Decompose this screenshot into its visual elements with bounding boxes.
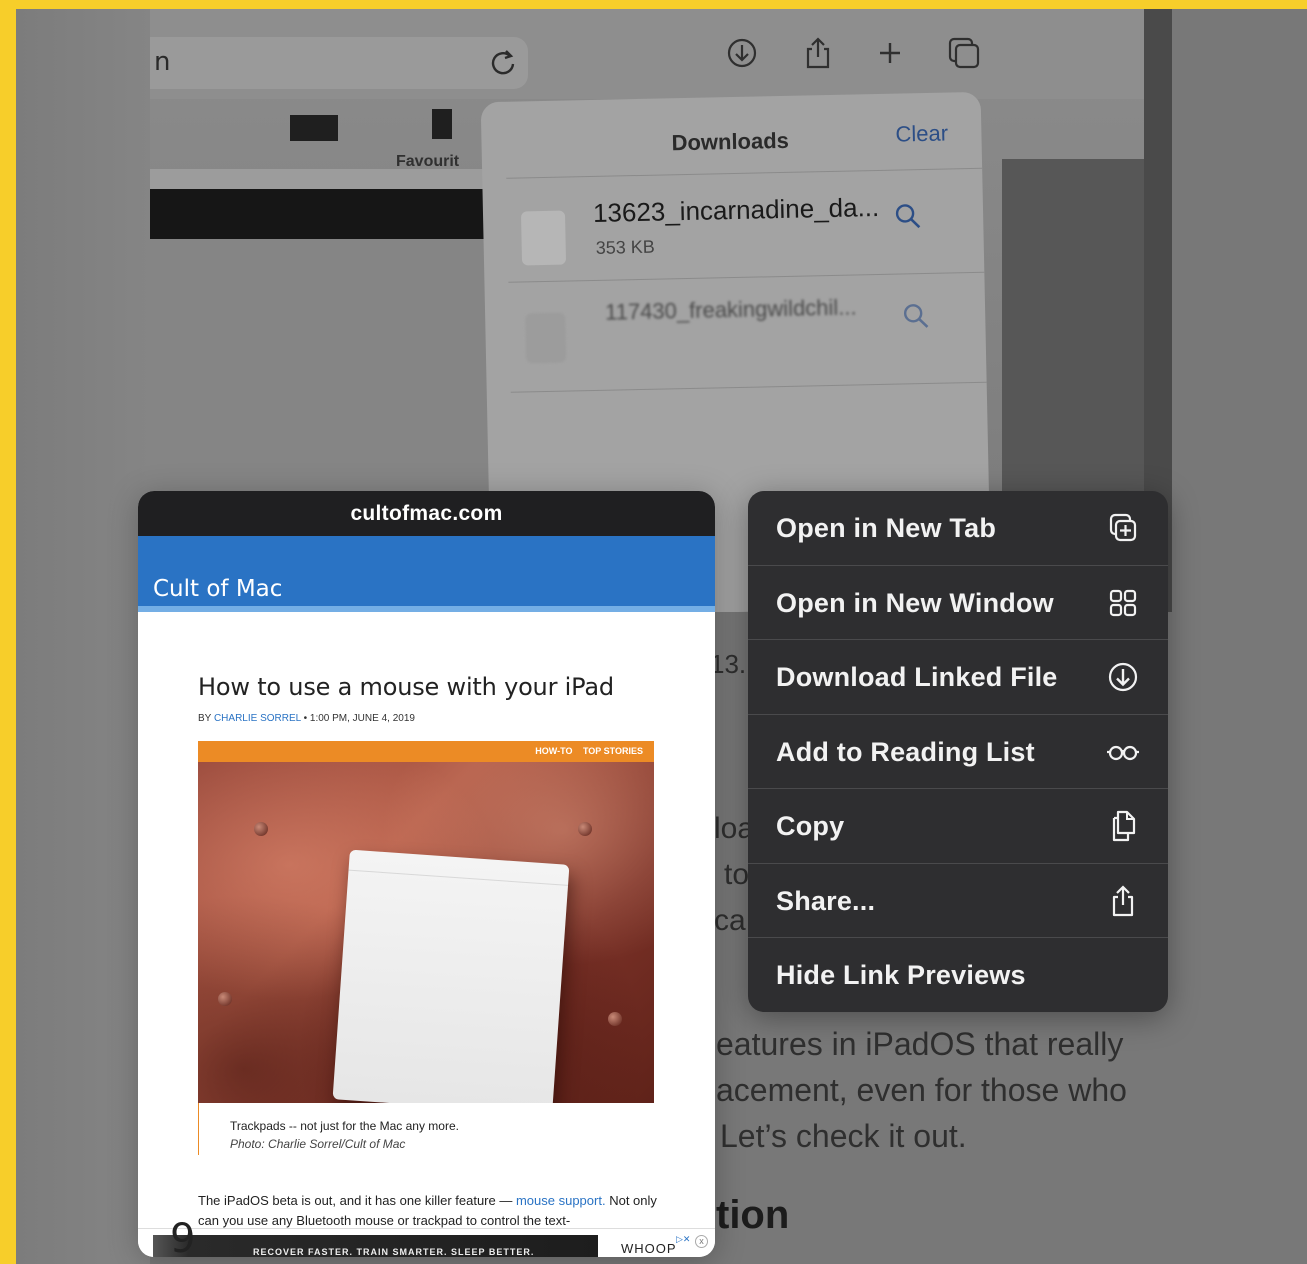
leather-tuft <box>254 822 268 836</box>
link-context-menu: Open in New Tab Open in New Window Downl… <box>748 491 1168 1012</box>
menu-item-copy[interactable]: Copy <box>748 789 1168 864</box>
four-squares-icon <box>1106 586 1140 620</box>
photo-url-field: n <box>150 37 528 89</box>
menu-item-hide-link-previews[interactable]: Hide Link Previews <box>748 938 1168 1012</box>
plus-square-on-square-icon <box>1106 511 1140 545</box>
audio-file-icon <box>525 312 567 364</box>
site-name: Cult of Mac <box>153 576 283 602</box>
article-text-line: acement, even for those who <box>716 1072 1127 1108</box>
downloads-clear-button: Clear <box>895 120 949 147</box>
download-file-name: 117430_freakingwildchil... <box>604 294 857 325</box>
byline-prefix: BY <box>198 713 212 724</box>
reload-icon <box>491 50 515 75</box>
leather-tuft <box>578 822 592 836</box>
photo-url-fragment: n <box>154 47 171 77</box>
page-number: 9 <box>170 1216 196 1257</box>
menu-item-label: Copy <box>776 811 845 841</box>
ad-text: RECOVER FASTER. TRAIN SMARTER. SLEEP BET… <box>253 1247 535 1257</box>
menu-item-label: Add to Reading List <box>776 736 1035 767</box>
favourites-label: Favourit <box>396 153 460 170</box>
page-margin <box>16 9 150 1264</box>
download-circle-icon <box>1106 660 1140 694</box>
mouse-support-link: mouse support. <box>515 1193 606 1208</box>
photo-dark-band <box>150 189 490 239</box>
menu-item-open-in-new-window[interactable]: Open in New Window <box>748 566 1168 640</box>
menu-item-label: Download Linked File <box>776 662 1058 692</box>
menu-item-label: Open in New Tab <box>776 513 997 543</box>
menu-item-open-in-new-tab[interactable]: Open in New Tab <box>748 491 1168 566</box>
download-icon <box>727 38 757 68</box>
ad-banner: RECOVER FASTER. TRAIN SMARTER. SLEEP BET… <box>138 1228 715 1257</box>
ad-choices-icon: ▷✕ <box>676 1234 691 1244</box>
article-heading-fragment: tion <box>716 1193 790 1237</box>
photo-dark-block <box>290 115 338 141</box>
menu-item-download-linked-file[interactable]: Download Linked File <box>748 640 1168 715</box>
eyeglasses-icon <box>1106 735 1140 769</box>
menu-item-label: Hide Link Previews <box>776 960 1026 990</box>
audio-file-icon <box>520 210 567 266</box>
caption-text: Trackpads -- not just for the Mac any mo… <box>230 1119 459 1133</box>
menu-item-label: Open in New Window <box>776 587 1054 618</box>
ad-image: RECOVER FASTER. TRAIN SMARTER. SLEEP BET… <box>153 1235 598 1257</box>
share-icon <box>806 37 830 69</box>
preview-domain: cultofmac.com <box>138 491 715 536</box>
byline-date: • 1:00 PM, JUNE 4, 2019 <box>303 713 415 724</box>
article-title: How to use a mouse with your iPad <box>198 673 614 701</box>
photo-dark-block <box>432 109 452 139</box>
menu-item-label: Share... <box>776 885 876 916</box>
article-text-fragment: ca <box>714 904 746 937</box>
article-body: The iPadOS beta is out, and it has one k… <box>198 1191 658 1231</box>
ad-brand: WHOOP <box>621 1241 677 1256</box>
article-text-fragment: to <box>724 858 750 891</box>
ad-close-icon: x <box>695 1235 708 1248</box>
article-text-fragment: 13. <box>710 649 747 679</box>
site-header: Cult of Mac <box>138 536 715 612</box>
byline: BY CHARLIE SORREL • 1:00 PM, JUNE 4, 201… <box>198 713 415 724</box>
download-file-name: 13623_incarnadine_da... <box>592 191 880 228</box>
tag: TOP STORIES <box>582 746 643 756</box>
menu-item-share[interactable]: Share... <box>748 864 1168 938</box>
leather-tuft <box>608 1012 622 1026</box>
divider <box>508 271 985 283</box>
trackpad-photo <box>332 849 570 1103</box>
image-caption: Trackpads -- not just for the Mac any mo… <box>198 1103 459 1155</box>
link-preview[interactable]: cultofmac.com Cult of Mac How to use a m… <box>138 491 715 1257</box>
body-text: The iPadOS beta is out, and it has one k… <box>198 1193 513 1208</box>
divider <box>506 167 983 179</box>
leather-tuft <box>218 992 232 1006</box>
article-image: HOW-TO TOP STORIES <box>198 741 654 1103</box>
tabs-icon <box>948 37 980 69</box>
divider <box>510 381 987 393</box>
copy-docs-icon <box>1106 809 1140 843</box>
menu-item-add-to-reading-list[interactable]: Add to Reading List <box>748 715 1168 789</box>
downloads-title: Downloads <box>671 127 790 156</box>
tag-bar: HOW-TO TOP STORIES <box>198 741 654 762</box>
article-text-line: eatures in iPadOS that really <box>716 1026 1124 1062</box>
share-icon <box>1106 884 1140 918</box>
magnifier-icon <box>895 204 921 229</box>
author-link: CHARLIE SORREL <box>213 713 301 724</box>
plus-icon <box>880 43 900 63</box>
article-text-line: Let’s check it out. <box>720 1118 967 1154</box>
photo-credit: Photo: Charlie Sorrel/Cult of Mac <box>230 1137 406 1151</box>
download-file-size: 353 KB <box>595 236 655 258</box>
leather-background <box>198 762 654 1103</box>
magnifier-icon <box>903 304 929 328</box>
tag: HOW-TO <box>535 746 573 756</box>
